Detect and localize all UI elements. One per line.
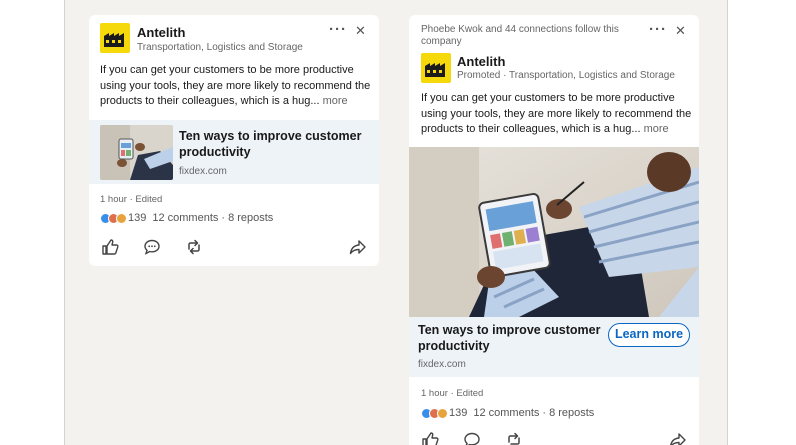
promoted-industry: Promoted · Transportation, Logistics and… [457,70,675,81]
post-body: If you can get your customers to be more… [421,91,693,138]
link-preview[interactable]: Ten ways to improve customer productivit… [89,120,379,184]
company-industry: Transportation, Logistics and Storage [137,42,303,53]
share-icon[interactable] [669,431,687,445]
ad-hero-image[interactable] [409,147,699,317]
menu-dots-icon[interactable]: ··· [649,22,667,37]
see-more-link[interactable]: more [323,95,348,107]
repost-count[interactable]: 8 reposts [549,407,594,419]
close-icon[interactable]: ✕ [355,24,366,38]
comment-icon[interactable] [143,238,161,256]
post-body: If you can get your customers to be more… [100,63,372,110]
repost-icon[interactable] [185,238,203,256]
menu-dots-icon[interactable]: ··· [329,22,347,37]
repost-count[interactable]: 8 reposts [228,212,273,224]
social-proof-text: Phoebe Kwok and 44 connections follow th… [421,24,619,47]
company-name[interactable]: Antelith [457,54,505,69]
learn-more-button[interactable]: Learn more [608,323,690,347]
link-preview[interactable]: Ten ways to improve customer productivit… [409,317,699,377]
link-title[interactable]: Ten ways to improve customer productivit… [179,129,364,160]
link-domain: fixdex.com [179,166,227,177]
company-logo-icon[interactable] [100,23,130,53]
link-title[interactable]: Ten ways to improve customer productivit… [418,323,608,354]
reaction-count[interactable]: 139 [449,407,467,419]
social-counts: 139 12 comments · 8 reposts [100,212,273,224]
comment-count[interactable]: 12 comments [473,407,539,419]
post-timestamp: 1 hour · Edited [100,194,163,205]
reaction-count[interactable]: 139 [128,212,146,224]
post-timestamp: 1 hour · Edited [421,388,484,399]
separator: · [542,407,547,419]
company-logo-icon[interactable] [421,53,451,83]
ad-preview-full: Phoebe Kwok and 44 connections follow th… [409,15,699,445]
see-more-link[interactable]: more [644,123,669,135]
ad-preview-compact: Antelith Transportation, Logistics and S… [89,15,379,266]
reaction-icons[interactable] [100,212,127,224]
like-icon[interactable] [101,238,119,256]
social-counts: 139 12 comments · 8 reposts [421,407,594,419]
celebrate-reaction-icon [437,407,448,419]
link-thumbnail[interactable] [100,125,173,180]
separator: · [221,212,226,224]
close-icon[interactable]: ✕ [675,24,686,38]
comment-count[interactable]: 12 comments [152,212,218,224]
company-name[interactable]: Antelith [137,25,185,40]
reaction-icons[interactable] [421,407,448,419]
repost-icon[interactable] [505,431,523,445]
comment-icon[interactable] [463,431,481,445]
link-domain: fixdex.com [418,359,466,370]
like-icon[interactable] [421,431,439,445]
celebrate-reaction-icon [116,212,127,224]
share-icon[interactable] [349,238,367,256]
